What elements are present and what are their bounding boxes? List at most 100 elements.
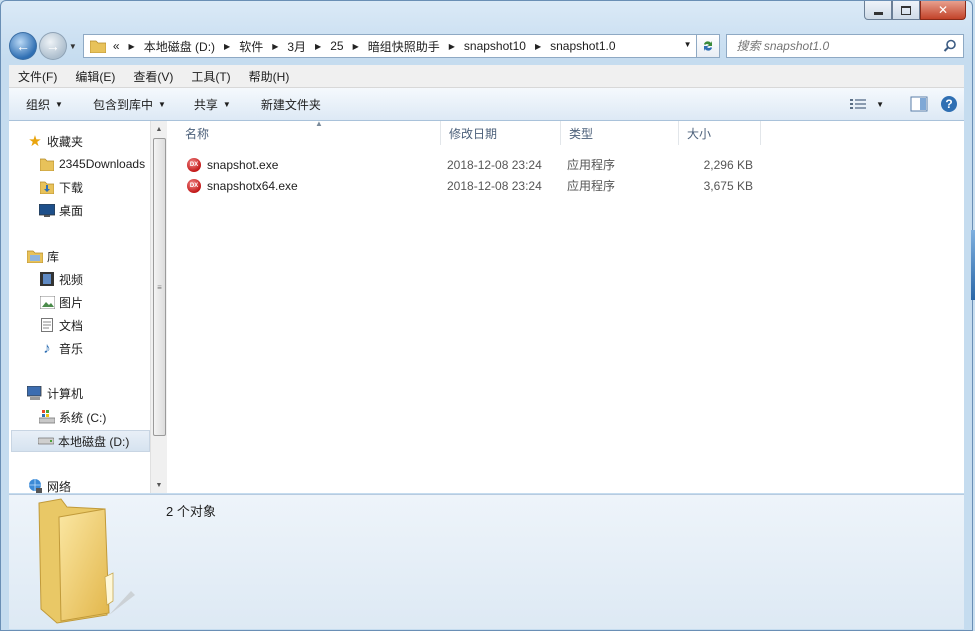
- sidebar-item-favorites[interactable]: ★ 收藏夹: [27, 131, 83, 151]
- download-folder-icon: [39, 179, 55, 195]
- sidebar-item-label: 2345Downloads: [59, 157, 146, 171]
- file-row[interactable]: DX snapshot.exe 2018-12-08 23:24 应用程序 2,…: [177, 154, 777, 175]
- navigation-bar: ← → ▼ « ▶ 本地磁盘 (D:) ▶ 软件 ▶ 3月 ▶ 25 ▶ 暗组快…: [9, 32, 964, 60]
- application-icon: DX: [187, 178, 201, 193]
- music-note-icon: ♪: [43, 339, 51, 357]
- share-label: 共享: [193, 97, 218, 112]
- sidebar-item-label: 库: [47, 249, 60, 264]
- scroll-down-icon[interactable]: ▼: [151, 477, 167, 493]
- breadcrumb-item[interactable]: 暗组快照助手: [365, 38, 443, 55]
- sidebar-item-libraries[interactable]: 库: [27, 246, 59, 266]
- command-bar: 组织 ▼ 包含到库中 ▼ 共享 ▼ 新建文件夹 ▼ ?: [9, 88, 964, 121]
- recent-pages-dropdown[interactable]: ▼: [69, 42, 79, 51]
- sidebar-item-label: 视频: [59, 272, 84, 287]
- menu-view[interactable]: 查看(V): [124, 68, 182, 85]
- sidebar-item-videos[interactable]: 视频: [39, 269, 83, 289]
- file-type: 应用程序: [567, 158, 616, 172]
- back-button[interactable]: ←: [9, 32, 37, 60]
- item-count: 2 个对象: [166, 504, 216, 519]
- breadcrumb-item[interactable]: 3月: [284, 38, 309, 55]
- network-icon: [27, 478, 43, 493]
- change-view-button[interactable]: ▼: [850, 98, 884, 110]
- menu-tools[interactable]: 工具(T): [182, 68, 239, 85]
- breadcrumb-item[interactable]: 软件: [236, 38, 266, 55]
- file-modified: 2018-12-08 23:24: [447, 178, 542, 193]
- sidebar-item-label: 下载: [59, 180, 84, 195]
- sidebar-item-pictures[interactable]: 图片: [39, 292, 83, 312]
- sidebar-item-network[interactable]: 网络: [27, 476, 71, 493]
- column-header-type[interactable]: 类型: [561, 121, 679, 145]
- sidebar-item-computer[interactable]: 计算机: [27, 383, 83, 403]
- windows-drive-icon: [39, 409, 55, 425]
- breadcrumb-item[interactable]: snapshot1.0: [547, 39, 618, 53]
- folder-icon: [89, 40, 106, 53]
- breadcrumb-item[interactable]: 25: [327, 39, 346, 53]
- forward-button[interactable]: →: [38, 32, 67, 60]
- organize-label: 组织: [26, 97, 51, 112]
- sidebar-item-label: 计算机: [47, 386, 84, 401]
- library-icon: [27, 248, 43, 264]
- breadcrumb-item[interactable]: 本地磁盘 (D:): [141, 38, 218, 55]
- breadcrumb-separator-icon[interactable]: ▶: [218, 42, 236, 51]
- share-button[interactable]: 共享 ▼: [185, 88, 240, 120]
- sidebar-item-label: 系统 (C:): [59, 410, 107, 425]
- column-header-modified[interactable]: 修改日期: [441, 121, 561, 145]
- breadcrumb-separator-icon[interactable]: ▶: [309, 42, 327, 51]
- column-header-name[interactable]: 名称 ▲: [177, 119, 441, 145]
- menu-edit[interactable]: 编辑(E): [66, 68, 124, 85]
- sidebar-item-local-disk-d[interactable]: 本地磁盘 (D:): [11, 430, 150, 452]
- address-bar[interactable]: « ▶ 本地磁盘 (D:) ▶ 软件 ▶ 3月 ▶ 25 ▶ 暗组快照助手 ▶ …: [82, 34, 697, 58]
- sidebar-item-music[interactable]: ♪ 音乐: [39, 338, 83, 358]
- sort-ascending-icon: ▲: [315, 119, 323, 128]
- preview-pane-icon[interactable]: [910, 96, 928, 112]
- svg-text:?: ?: [945, 97, 952, 111]
- breadcrumb-separator-icon[interactable]: ▶: [123, 42, 141, 51]
- breadcrumb-separator-icon[interactable]: ▶: [347, 42, 365, 51]
- sidebar-item-documents[interactable]: 文档: [39, 315, 83, 335]
- refresh-button[interactable]: [696, 34, 720, 58]
- chevron-down-icon: ▼: [157, 99, 166, 109]
- breadcrumb-overflow[interactable]: «: [110, 39, 123, 53]
- scrollbar-thumb[interactable]: ≡: [153, 138, 166, 436]
- navigation-pane: ★ 收藏夹 2345Downloads 下载 桌面 库 视频 图片 文档 ♪ 音…: [9, 121, 150, 493]
- file-row[interactable]: DX snapshotx64.exe 2018-12-08 23:24 应用程序…: [177, 175, 777, 196]
- sidebar-item-system-c[interactable]: 系统 (C:): [39, 407, 106, 427]
- navigation-scrollbar[interactable]: ▲ ≡ ▼: [150, 121, 167, 493]
- column-header-size[interactable]: 大小: [679, 121, 761, 145]
- desktop-icon: [39, 202, 55, 218]
- computer-icon: [27, 385, 43, 401]
- maximize-button[interactable]: [892, 1, 920, 20]
- column-header-label: 名称: [185, 126, 210, 141]
- search-box[interactable]: [725, 34, 964, 58]
- document-icon: [39, 317, 55, 333]
- include-in-library-button[interactable]: 包含到库中 ▼: [84, 88, 175, 120]
- forward-arrow-icon: →: [45, 38, 60, 54]
- menu-file[interactable]: 文件(F): [9, 68, 66, 85]
- address-dropdown-icon[interactable]: ▼: [684, 40, 692, 49]
- sidebar-item-2345downloads[interactable]: 2345Downloads: [39, 154, 145, 174]
- search-input[interactable]: [734, 38, 939, 54]
- breadcrumb-separator-icon[interactable]: ▶: [529, 42, 547, 51]
- column-header-label: 类型: [569, 126, 594, 141]
- breadcrumb-item[interactable]: snapshot10: [461, 39, 529, 53]
- sidebar-item-label: 音乐: [59, 341, 84, 356]
- search-icon[interactable]: [943, 39, 957, 53]
- organize-button[interactable]: 组织 ▼: [17, 88, 72, 120]
- minimize-button[interactable]: [864, 1, 892, 20]
- new-folder-button[interactable]: 新建文件夹: [252, 88, 330, 120]
- video-icon: [39, 271, 55, 287]
- sidebar-item-desktop[interactable]: 桌面: [39, 200, 83, 220]
- help-icon[interactable]: ?: [940, 95, 958, 113]
- file-modified: 2018-12-08 23:24: [447, 157, 542, 172]
- breadcrumb-separator-icon[interactable]: ▶: [443, 42, 461, 51]
- sidebar-item-label: 图片: [59, 295, 84, 310]
- caption-buttons: ✕: [864, 1, 966, 21]
- breadcrumb-separator-icon[interactable]: ▶: [266, 42, 284, 51]
- file-name: snapshot.exe: [207, 157, 279, 172]
- menu-help[interactable]: 帮助(H): [240, 68, 299, 85]
- scroll-up-icon[interactable]: ▲: [151, 121, 167, 137]
- sidebar-item-downloads[interactable]: 下载: [39, 177, 83, 197]
- close-button[interactable]: ✕: [920, 1, 966, 20]
- file-size: 2,296 KB: [703, 157, 753, 172]
- file-name-cell: DX snapshot.exe: [187, 154, 278, 175]
